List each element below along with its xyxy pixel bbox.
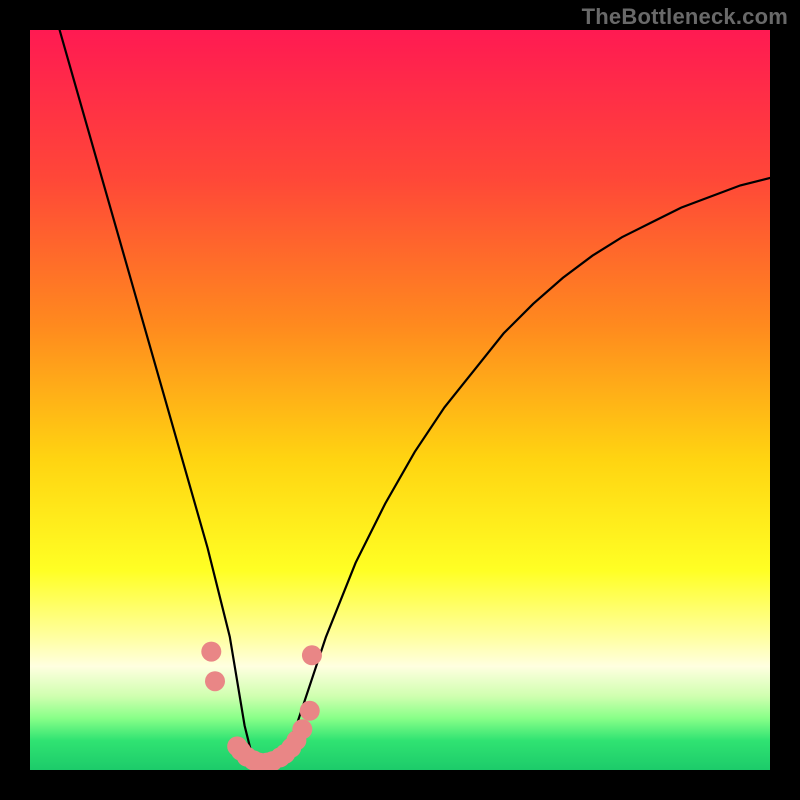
outer-frame: TheBottleneck.com xyxy=(0,0,800,800)
curve-marker xyxy=(201,642,221,662)
curve-marker xyxy=(292,719,312,739)
gradient-background xyxy=(30,30,770,770)
curve-marker xyxy=(205,671,225,691)
watermark-text: TheBottleneck.com xyxy=(582,4,788,30)
bottleneck-chart xyxy=(30,30,770,770)
curve-marker xyxy=(302,645,322,665)
curve-marker xyxy=(300,701,320,721)
